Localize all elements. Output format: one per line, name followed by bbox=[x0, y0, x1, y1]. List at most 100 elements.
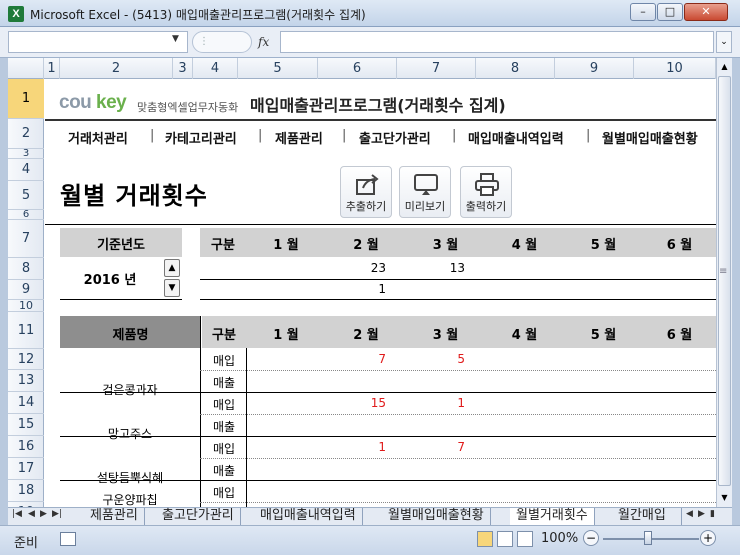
column-header[interactable]: 6 bbox=[318, 58, 397, 79]
column-header[interactable]: 4 bbox=[193, 58, 238, 79]
year-label: 기준년도 bbox=[97, 238, 145, 253]
insert-function-icon[interactable]: fx bbox=[258, 35, 269, 49]
name-box[interactable] bbox=[8, 31, 188, 53]
divider bbox=[200, 299, 716, 300]
zoom-out-button[interactable]: − bbox=[583, 530, 599, 546]
summary-month-4: 4 월 bbox=[511, 238, 538, 253]
summary-buy-month-3: 13 bbox=[449, 261, 465, 275]
sheet-tab-transaction-entry[interactable]: 매입매출내역입력 bbox=[254, 508, 363, 525]
column-header[interactable]: 2 bbox=[60, 58, 173, 79]
preview-label: 미리보기 bbox=[404, 200, 446, 213]
row-header[interactable]: 6 bbox=[8, 209, 44, 220]
column-header[interactable]: 8 bbox=[476, 58, 555, 79]
maximize-button[interactable]: □ bbox=[657, 3, 683, 21]
buy-count-month-3: 7 bbox=[457, 440, 465, 454]
nav-client-management[interactable]: 거래처관리 bbox=[68, 128, 128, 147]
summary-sell-month-2: 1 bbox=[378, 282, 386, 296]
page-title: 월별 거래횟수 bbox=[60, 182, 208, 210]
row-header[interactable]: 14 bbox=[8, 392, 44, 414]
divider bbox=[200, 316, 201, 507]
macro-record-icon[interactable] bbox=[60, 532, 76, 546]
year-decrease-button[interactable]: ▼ bbox=[164, 279, 180, 297]
sheet-tab-bar: |◀ ◀ ▶ ▶| 제품관리 출고단가관리 매입매출내역입력 월별매입매출현황 … bbox=[8, 507, 732, 525]
chevron-down-icon[interactable]: ▼ bbox=[172, 34, 179, 44]
nav-separator: | bbox=[586, 128, 591, 143]
row-header[interactable]: 7 bbox=[8, 220, 44, 258]
prev-sheet-icon[interactable]: ◀ bbox=[28, 509, 35, 519]
close-button[interactable]: ✕ bbox=[684, 3, 728, 21]
export-label: 추출하기 bbox=[345, 200, 387, 213]
row-header[interactable]: 9 bbox=[8, 280, 44, 300]
minimize-button[interactable]: – bbox=[630, 3, 656, 21]
formula-input[interactable] bbox=[280, 31, 714, 53]
normal-view-icon[interactable] bbox=[477, 531, 493, 547]
preview-button[interactable]: 미리보기 bbox=[399, 166, 451, 218]
column-headers: 1 2 3 4 5 6 7 8 9 10 bbox=[8, 58, 716, 79]
scroll-down-icon[interactable]: ▼ bbox=[717, 489, 732, 506]
divider bbox=[246, 348, 247, 507]
formula-cancel-confirm[interactable]: ⋮ bbox=[192, 31, 252, 53]
nav-monthly-status[interactable]: 월별매입매출현황 bbox=[602, 128, 698, 147]
row-header[interactable]: 13 bbox=[8, 370, 44, 392]
column-header[interactable]: 10 bbox=[634, 58, 716, 79]
vertical-scrollbar[interactable]: ▲ ≡ ▼ bbox=[716, 58, 732, 507]
column-header[interactable]: 1 bbox=[44, 58, 60, 79]
zoom-level[interactable]: 100% bbox=[541, 531, 578, 546]
print-button[interactable]: 출력하기 bbox=[460, 166, 512, 218]
tab-split-icon[interactable]: ▮ bbox=[710, 509, 715, 519]
row-header[interactable]: 15 bbox=[8, 414, 44, 436]
year-increase-button[interactable]: ▲ bbox=[164, 259, 180, 277]
sheet-tab-monthly-status[interactable]: 월별매입매출현황 bbox=[382, 508, 491, 525]
row-header[interactable]: 4 bbox=[8, 159, 44, 181]
column-header[interactable]: 7 bbox=[397, 58, 476, 79]
divider bbox=[200, 458, 716, 459]
nav-shipping-price[interactable]: 출고단가관리 bbox=[359, 128, 431, 147]
buy-count-month-2: 15 bbox=[370, 396, 386, 410]
row-header[interactable]: 5 bbox=[8, 181, 44, 210]
row-header[interactable]: 1 bbox=[8, 79, 44, 119]
excel-app-icon[interactable]: X bbox=[8, 6, 24, 22]
row-header[interactable]: 16 bbox=[8, 436, 44, 458]
tab-scroll-left-icon[interactable]: ◀ bbox=[686, 509, 693, 519]
row-header[interactable]: 12 bbox=[8, 349, 44, 370]
zoom-in-button[interactable]: + bbox=[700, 530, 716, 546]
grip-icon: ≡ bbox=[719, 266, 728, 277]
row-header[interactable]: 18 bbox=[8, 480, 44, 502]
row-header[interactable]: 17 bbox=[8, 458, 44, 480]
row-header[interactable]: 8 bbox=[8, 258, 44, 280]
row-header[interactable]: 2 bbox=[8, 119, 44, 149]
column-header[interactable]: 9 bbox=[555, 58, 634, 79]
page-break-icon[interactable] bbox=[517, 531, 533, 547]
product-name: 검은콩과자 bbox=[102, 383, 158, 397]
select-all-corner[interactable] bbox=[8, 58, 44, 79]
row-header[interactable]: 3 bbox=[8, 148, 44, 159]
monitor-icon bbox=[414, 174, 438, 195]
nav-category-management[interactable]: 카테고리관리 bbox=[165, 128, 237, 147]
sheet-tab-product[interactable]: 제품관리 bbox=[84, 508, 145, 525]
sheet-tab-period-buy[interactable]: 월간매입 bbox=[612, 508, 682, 525]
expand-formula-icon[interactable]: ⌄ bbox=[716, 31, 732, 53]
next-sheet-icon[interactable]: ▶ bbox=[40, 509, 47, 519]
scroll-thumb[interactable] bbox=[718, 76, 731, 486]
column-header[interactable]: 5 bbox=[238, 58, 318, 79]
row-header[interactable]: 10 bbox=[8, 299, 44, 312]
column-header[interactable]: 3 bbox=[173, 58, 193, 79]
sheet-tab-monthly-count[interactable]: 월별거래횟수 bbox=[510, 508, 595, 525]
product-name: 망고주스 bbox=[107, 427, 153, 441]
row-header[interactable]: 11 bbox=[8, 312, 44, 349]
page-layout-icon[interactable] bbox=[497, 531, 513, 547]
print-label: 출력하기 bbox=[465, 200, 507, 213]
sheet-tab-shipping-price[interactable]: 출고단가관리 bbox=[156, 508, 241, 525]
nav-product-management[interactable]: 제품관리 bbox=[275, 128, 323, 147]
last-sheet-icon[interactable]: ▶| bbox=[52, 509, 62, 519]
scroll-up-icon[interactable]: ▲ bbox=[717, 58, 732, 75]
export-button[interactable]: 추출하기 bbox=[340, 166, 392, 218]
first-sheet-icon[interactable]: |◀ bbox=[12, 509, 22, 519]
divider bbox=[45, 224, 716, 225]
nav-transaction-entry[interactable]: 매입매출내역입력 bbox=[468, 128, 564, 147]
zoom-slider-thumb[interactable] bbox=[644, 531, 652, 545]
tab-scroll-right-icon[interactable]: ▶ bbox=[698, 509, 705, 519]
printer-icon bbox=[475, 173, 499, 196]
summary-buy-month-2: 23 bbox=[370, 261, 386, 275]
year-value[interactable]: 2016 년 bbox=[60, 269, 160, 288]
